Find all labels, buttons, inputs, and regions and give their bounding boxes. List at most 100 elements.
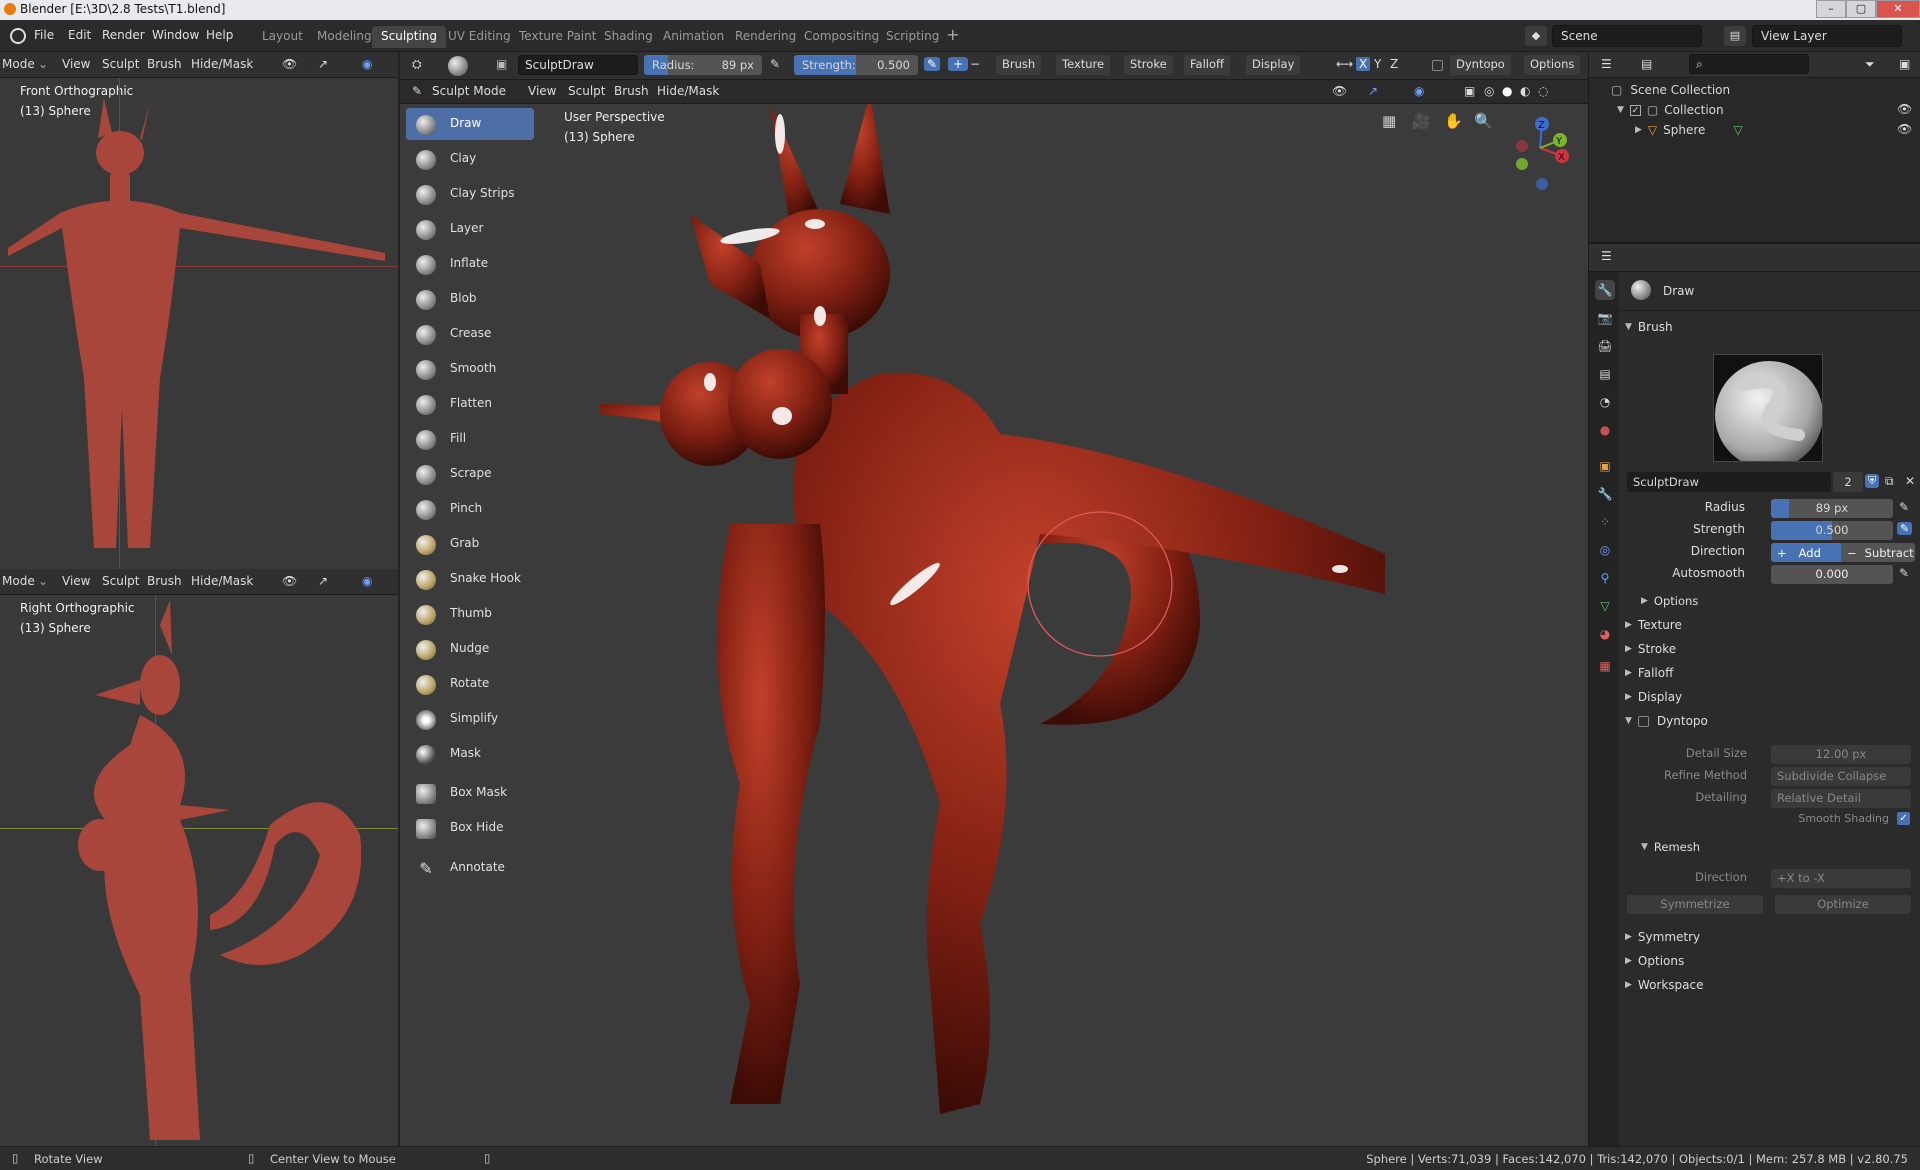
tool-mask[interactable]: Mask — [406, 738, 534, 770]
menu-view[interactable]: View — [62, 57, 90, 71]
texture-dropdown[interactable]: Texture — [1056, 55, 1111, 75]
autosmooth-pressure-icon[interactable]: ✎ — [1899, 566, 1909, 580]
expand-arrow-icon[interactable]: ▶ — [1625, 932, 1632, 942]
modifier-tab-icon[interactable]: 🔧 — [1595, 484, 1615, 504]
object-tab-icon[interactable]: ▣ — [1595, 456, 1615, 476]
visibility-icon[interactable]: 👁 — [1332, 84, 1347, 98]
display-panel-header[interactable]: ▶ Display — [1625, 690, 1682, 704]
dyntopo-panel-header[interactable]: ▼ Dyntopo — [1625, 714, 1708, 728]
display-mode-icon[interactable]: ▤ — [1641, 57, 1652, 71]
tool-settings-icon[interactable]: ⛭ — [412, 57, 422, 72]
tool-nudge[interactable]: Nudge — [406, 633, 534, 665]
tool-box-mask[interactable]: Box Mask — [406, 777, 534, 809]
tab-compositing[interactable]: Compositing — [795, 26, 888, 48]
smooth-shading-checkbox[interactable]: ✓ — [1897, 812, 1910, 825]
menu-brush[interactable]: Brush — [614, 84, 649, 98]
direction-add-button[interactable]: + — [948, 57, 969, 71]
menu-view[interactable]: View — [528, 84, 556, 98]
xray-icon[interactable]: ▣ — [1464, 84, 1475, 98]
add-workspace-icon[interactable]: + — [946, 25, 959, 44]
expand-arrow-icon[interactable]: ▶ — [1625, 644, 1632, 654]
visibility-icon[interactable]: 👁 — [282, 57, 297, 71]
tool-fill[interactable]: Fill — [406, 423, 534, 455]
direction-add-button[interactable]: + Add — [1771, 543, 1841, 562]
radius-pressure-icon[interactable]: ✎ — [1899, 500, 1909, 514]
scene-browse-icon[interactable]: ◆ — [1525, 26, 1547, 46]
overlay-icon[interactable]: ◉ — [362, 57, 372, 71]
expand-arrow-icon[interactable]: ▶ — [1625, 980, 1632, 990]
tool-box-hide[interactable]: Box Hide — [406, 812, 534, 844]
tab-rendering[interactable]: Rendering — [726, 26, 805, 48]
brush-preview-thumbnail[interactable] — [1713, 354, 1823, 469]
mesh-data-tab-icon[interactable]: ▽ — [1595, 596, 1615, 616]
radius-slider[interactable]: 89 px — [1771, 499, 1893, 518]
brush-users-count[interactable]: 2 — [1833, 472, 1863, 492]
close-icon[interactable]: ✕ — [1876, 0, 1920, 18]
options-dropdown[interactable]: Options — [1524, 55, 1581, 75]
output-tab-icon[interactable]: 🖨 — [1595, 336, 1615, 356]
menu-sculpt[interactable]: Sculpt — [568, 84, 605, 98]
tab-layout[interactable]: Layout — [253, 26, 312, 48]
collection-checkbox[interactable]: ✓ — [1629, 104, 1641, 116]
tool-pinch[interactable]: Pinch — [406, 493, 534, 525]
duplicate-brush-icon[interactable]: ⧉ — [1885, 474, 1894, 489]
texture-panel-header[interactable]: ▶ Texture — [1625, 618, 1682, 632]
tool-thumb[interactable]: Thumb — [406, 598, 534, 630]
editor-type-icon[interactable]: ☰ — [1601, 57, 1612, 71]
mirror-y-toggle[interactable]: Y — [1374, 57, 1381, 71]
tab-modeling[interactable]: Modeling — [308, 26, 381, 48]
tab-shading[interactable]: Shading — [595, 26, 662, 48]
mode-dropdown[interactable]: Mode — [2, 57, 35, 71]
strength-slider[interactable]: 0.500 — [1771, 521, 1893, 540]
tool-clay[interactable]: Clay — [406, 143, 534, 175]
gizmo-icon[interactable]: ↗ — [318, 574, 328, 588]
gizmo-icon[interactable]: ↗ — [1368, 84, 1378, 98]
mesh-data-icon[interactable]: ▽ — [1733, 123, 1742, 137]
tool-snake-hook[interactable]: Snake Hook — [406, 563, 534, 595]
menu-hide-mask[interactable]: Hide/Mask — [191, 574, 253, 588]
mode-chevron-icon[interactable]: ⌄ — [38, 574, 48, 588]
symmetry-panel-header[interactable]: ▶ Symmetry — [1625, 930, 1700, 944]
visibility-icon[interactable]: 👁 — [282, 574, 297, 588]
brush-name-field[interactable]: SculptDraw — [518, 55, 638, 75]
direction-subtract-button[interactable]: − — [970, 57, 980, 71]
tool-smooth[interactable]: Smooth — [406, 353, 534, 385]
front-ortho-viewport[interactable]: Front Orthographic (13) Sphere — [0, 78, 398, 569]
outliner-collection[interactable]: ▼ ✓ ▢ Collection — [1617, 100, 1724, 120]
tool-crease[interactable]: Crease — [406, 318, 534, 350]
expand-arrow-icon[interactable]: ▼ — [1641, 842, 1648, 852]
tool-clay-strips[interactable]: Clay Strips — [406, 178, 534, 210]
rendered-shading-icon[interactable]: ◌ — [1538, 84, 1548, 98]
solid-shading-icon[interactable]: ● — [1502, 84, 1512, 98]
direction-subtract-button[interactable]: − Subtract — [1841, 543, 1915, 562]
dyntopo-dropdown[interactable]: Dyntopo — [1450, 55, 1511, 75]
refine-method-dropdown[interactable]: Subdivide Collapse — [1771, 767, 1911, 786]
overlay-icon[interactable]: ◉ — [362, 574, 372, 588]
menu-view[interactable]: View — [62, 574, 90, 588]
fake-user-shield-icon[interactable]: ⛨ — [1865, 474, 1880, 488]
menu-hide-mask[interactable]: Hide/Mask — [657, 84, 719, 98]
detail-size-field[interactable]: 12.00 px — [1771, 745, 1911, 764]
remesh-subpanel-header[interactable]: ▼ Remesh — [1641, 840, 1700, 854]
menu-help[interactable]: Help — [206, 28, 233, 42]
radius-pressure-icon[interactable]: ✎ — [770, 57, 780, 71]
unlink-brush-icon[interactable]: ✕ — [1905, 474, 1915, 488]
menu-window[interactable]: Window — [152, 28, 199, 42]
outliner-search-input[interactable]: ⌕ — [1689, 54, 1809, 74]
detailing-dropdown[interactable]: Relative Detail — [1771, 789, 1911, 808]
view-layer-tab-icon[interactable]: ▤ — [1595, 364, 1615, 384]
menu-file[interactable]: File — [34, 28, 54, 42]
editor-type-icon[interactable]: ☰ — [1601, 249, 1612, 263]
dyntopo-checkbox[interactable] — [1637, 715, 1649, 727]
maximize-icon[interactable]: ▢ — [1846, 0, 1876, 18]
stroke-panel-header[interactable]: ▶ Stroke — [1625, 642, 1676, 656]
material-shading-icon[interactable]: ◐ — [1520, 84, 1530, 98]
menu-edit[interactable]: Edit — [68, 28, 91, 42]
mode-dropdown[interactable]: Mode — [2, 574, 35, 588]
expand-arrow-icon[interactable]: ▶ — [1625, 956, 1632, 966]
brush-dropdown[interactable]: Brush — [996, 55, 1042, 75]
physics-tab-icon[interactable]: ◎ — [1595, 540, 1615, 560]
particles-tab-icon[interactable]: ⁘ — [1595, 512, 1615, 532]
right-ortho-viewport[interactable]: Right Orthographic (13) Sphere — [0, 595, 398, 1146]
dyntopo-checkbox[interactable] — [1432, 60, 1443, 71]
